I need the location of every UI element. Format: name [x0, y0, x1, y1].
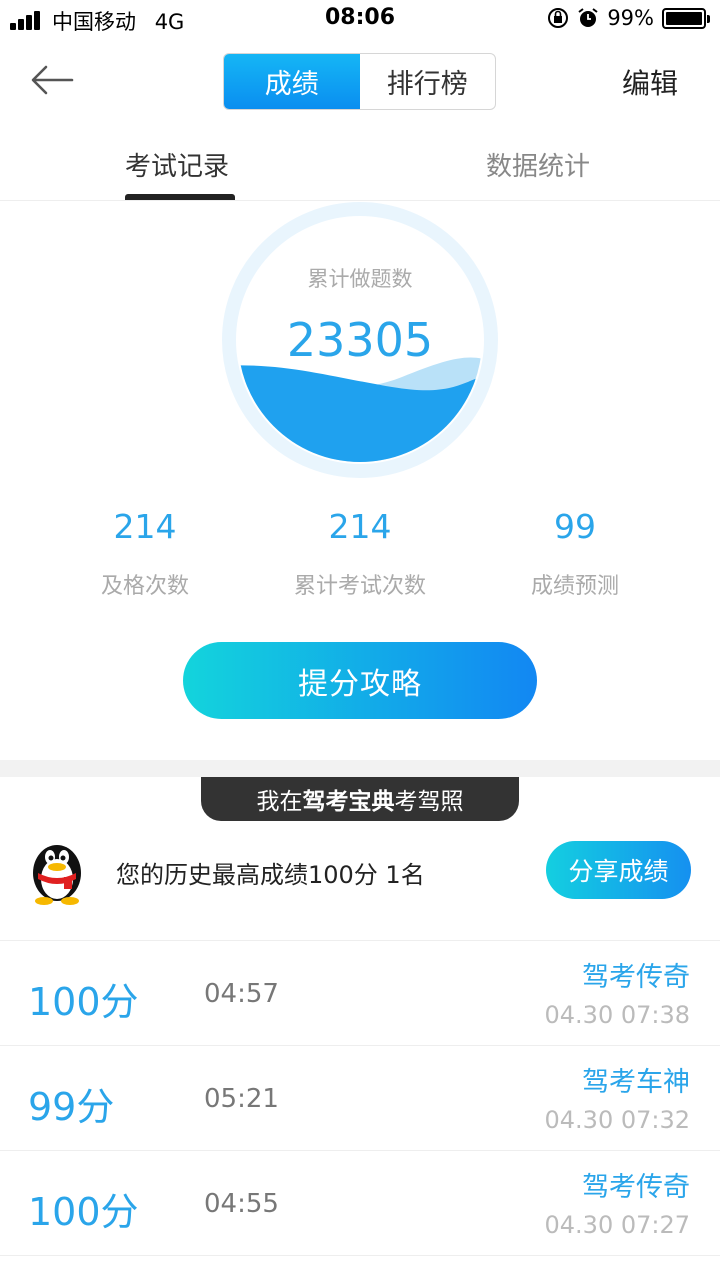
record-row[interactable]: 100分 04:55 驾考传奇 04.30 07:27 — [0, 1151, 720, 1256]
stat-pass-count: 214 及格次数 — [45, 507, 245, 600]
record-title: 驾考车神 — [582, 1067, 690, 1098]
record-score: 99分 — [28, 1085, 115, 1129]
tab-exam-records[interactable]: 考试记录 — [125, 146, 229, 183]
alarm-icon — [578, 8, 598, 27]
share-score-button[interactable]: 分享成绩 — [546, 841, 691, 899]
back-arrow-icon[interactable] — [28, 62, 76, 98]
record-score: 100分 — [28, 1190, 139, 1234]
avatar-penguin-icon — [33, 845, 81, 905]
stat-value: 99 — [554, 507, 596, 546]
record-score: 100分 — [28, 980, 139, 1024]
section-divider — [0, 760, 720, 777]
exam-records-list: 100分 04:57 驾考传奇 04.30 07:38 99分 05:21 驾考… — [0, 941, 720, 1256]
record-date: 04.30 07:32 — [544, 1106, 691, 1134]
stat-label: 累计考试次数 — [293, 574, 426, 599]
tab-bar: 考试记录 数据统计 — [0, 124, 720, 201]
record-row[interactable]: 99分 05:21 驾考车神 04.30 07:32 — [0, 1046, 720, 1151]
record-title: 驾考传奇 — [582, 1172, 690, 1203]
record-title: 驾考传奇 — [582, 962, 690, 993]
stat-label: 成绩预测 — [530, 574, 619, 599]
promo-banner: 我在 驾考宝典 考驾照 — [201, 777, 519, 821]
score-strategy-button[interactable]: 提分攻略 — [183, 642, 537, 719]
record-date: 04.30 07:27 — [544, 1211, 691, 1239]
record-duration: 05:21 — [204, 1084, 279, 1114]
record-row[interactable]: 100分 04:57 驾考传奇 04.30 07:38 — [0, 941, 720, 1046]
stat-score-prediction: 99 成绩预测 — [475, 507, 675, 600]
record-duration: 04:55 — [204, 1189, 279, 1219]
stat-value: 214 — [113, 507, 177, 546]
status-bar: 中国移动 4G 08:06 99% — [0, 0, 720, 40]
total-questions-label: 累计做题数 — [307, 267, 413, 291]
stat-label: 及格次数 — [100, 574, 189, 599]
tab-indicator — [125, 194, 235, 200]
record-duration: 04:57 — [204, 979, 279, 1009]
orientation-lock-icon — [548, 8, 569, 28]
stat-value: 214 — [328, 507, 392, 546]
total-questions-value: 23305 — [286, 313, 434, 367]
stat-exam-count: 214 累计考试次数 — [260, 507, 460, 600]
edit-button[interactable]: 编辑 — [622, 62, 678, 102]
battery-percent: 99% — [607, 6, 654, 30]
promo-prefix: 我在 — [256, 789, 303, 815]
best-score-text: 您的历史最高成绩100分 1名 — [116, 861, 425, 889]
segment-scores[interactable]: 成绩 — [224, 54, 360, 109]
tab-data-stats[interactable]: 数据统计 — [486, 146, 590, 183]
best-score-row: 您的历史最高成绩100分 1名 分享成绩 — [0, 821, 720, 941]
record-date: 04.30 07:38 — [544, 1001, 691, 1029]
battery-icon — [662, 7, 710, 29]
nav-bar: 成绩 排行榜 编辑 — [0, 40, 720, 124]
promo-brand: 驾考宝典 — [302, 789, 395, 815]
segment-ranking[interactable]: 排行榜 — [360, 54, 496, 109]
promo-suffix: 考驾照 — [394, 789, 464, 815]
segment-control: 成绩 排行榜 — [223, 53, 496, 110]
